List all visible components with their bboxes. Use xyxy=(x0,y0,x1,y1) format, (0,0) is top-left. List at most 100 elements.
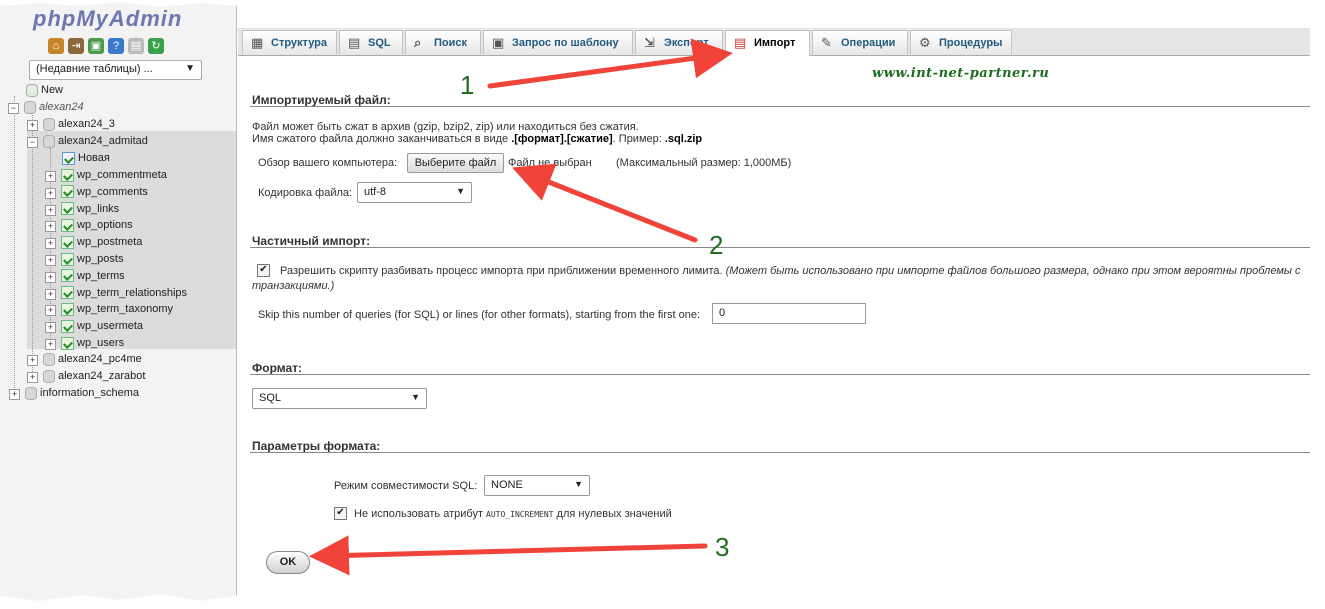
expand-icon[interactable]: + xyxy=(45,305,56,317)
tree-db-alexan24-admitad[interactable]: − alexan24_admitad xyxy=(27,133,148,150)
tree-db-label: information_schema xyxy=(40,387,140,399)
tree-new-table[interactable]: Новая xyxy=(62,150,110,167)
tab-sql[interactable]: ▤ SQL xyxy=(339,30,403,54)
no-auto-inc-post: для нулевых значений xyxy=(556,508,672,520)
tab-operations[interactable]: ✎ Операции xyxy=(812,30,908,54)
tab-query[interactable]: ▣ Запрос по шаблону xyxy=(483,30,633,54)
new-db-icon xyxy=(26,83,38,97)
routines-icon: ⚙ xyxy=(919,35,931,50)
database-icon xyxy=(43,352,55,366)
chevron-down-icon: ▼ xyxy=(574,479,583,489)
expand-icon[interactable]: + xyxy=(45,255,56,266)
table-icon xyxy=(61,235,74,249)
no-file-label: Файл не выбран xyxy=(508,157,592,169)
tab-import[interactable]: ▤ Импорт xyxy=(725,30,810,56)
skip-label: Skip this number of queries (for SQL) or… xyxy=(258,309,700,321)
tree-table-item[interactable]: + wp_term_relationships xyxy=(45,285,187,302)
main-panel: ▦ Структура ▤ SQL ⌕ Поиск ▣ Запрос по шаблон… xyxy=(238,0,1325,609)
collapse-icon[interactable]: − xyxy=(27,137,38,148)
reload-icon[interactable]: ↻ xyxy=(148,38,164,54)
no-auto-increment-text: Не использовать атрибут AUTO_INCREMENT д… xyxy=(354,508,672,520)
format-options-title: Параметры формата: xyxy=(252,439,381,453)
tree-table-item[interactable]: + wp_posts xyxy=(45,251,123,268)
tree-db-information-schema[interactable]: + information_schema xyxy=(9,385,139,402)
tab-structure[interactable]: ▦ Структура xyxy=(242,30,337,54)
expand-icon[interactable]: + xyxy=(9,389,20,400)
tree-new-label: New xyxy=(41,84,64,96)
database-icon xyxy=(43,134,55,148)
recent-tables-select[interactable]: (Недавние таблицы) ... ▼ xyxy=(29,60,202,80)
expand-icon[interactable]: + xyxy=(45,339,56,350)
tree-db-alexan24-pc4me[interactable]: + alexan24_pc4me xyxy=(27,351,142,368)
browse-label: Обзор вашего компьютера: xyxy=(258,157,398,169)
structure-icon: ▦ xyxy=(251,35,264,50)
tree-table-item[interactable]: + wp_comments xyxy=(45,184,148,201)
database-icon xyxy=(25,386,37,400)
expand-icon[interactable]: + xyxy=(27,355,38,366)
expand-icon[interactable]: + xyxy=(27,120,38,131)
choose-file-button[interactable]: Выберите файл xyxy=(407,153,504,173)
expand-icon[interactable]: + xyxy=(45,322,56,334)
charset-label: Кодировка файла: xyxy=(258,187,353,199)
format-value: SQL xyxy=(259,392,282,404)
tree-server[interactable]: − alexan24 xyxy=(8,99,84,116)
expand-icon[interactable]: + xyxy=(45,271,56,283)
sql-icon: ▤ xyxy=(348,35,361,50)
quick-icons: ⌂ ⇥ ▣ ? ▤ ↻ xyxy=(48,38,164,54)
allow-interrupt-note2: транзакциями.) xyxy=(252,280,335,292)
tree-db-alexan24-zarabot[interactable]: + alexan24_zarabot xyxy=(27,368,145,385)
expand-icon[interactable]: + xyxy=(45,238,56,250)
sql-compat-select[interactable]: NONE ▼ xyxy=(484,475,590,496)
exit-icon[interactable]: ⇥ xyxy=(68,38,84,54)
new-table-icon xyxy=(62,151,75,165)
tree-db-label: alexan24_pc4me xyxy=(58,353,142,365)
tree-table-item[interactable]: + wp_commentmeta xyxy=(45,167,167,184)
tree-table-item[interactable]: + wp_term_taxonomy xyxy=(45,301,173,318)
format-select[interactable]: SQL ▼ xyxy=(252,388,427,409)
filename-note-mid: . Пример: xyxy=(612,133,665,145)
table-icon xyxy=(61,336,74,350)
tree-table-item[interactable]: + wp_options xyxy=(45,217,133,234)
docs-icon[interactable]: ▤ xyxy=(128,38,144,54)
format-title: Формат: xyxy=(252,361,303,375)
recent-tables-value: (Недавние таблицы) ... xyxy=(36,63,153,75)
tab-search[interactable]: ⌕ Поиск xyxy=(405,30,481,54)
collapse-icon[interactable]: − xyxy=(8,103,19,114)
ok-button[interactable]: OK xyxy=(266,551,310,574)
tab-export[interactable]: ⇲ Экспорт xyxy=(635,30,723,54)
tree-db-label: alexan24_zarabot xyxy=(58,370,146,382)
table-icon xyxy=(61,319,74,333)
sql-compat-value: NONE xyxy=(491,479,523,491)
tree-table-item[interactable]: + wp_postmeta xyxy=(45,234,142,251)
home-icon[interactable]: ⌂ xyxy=(48,38,64,54)
table-icon xyxy=(61,185,74,199)
no-auto-increment-checkbox[interactable]: ✔ xyxy=(334,507,347,520)
expand-icon[interactable]: + xyxy=(45,204,56,216)
tree-new[interactable]: New xyxy=(26,82,63,99)
expand-icon[interactable]: + xyxy=(45,221,56,233)
annotation-number-3: 3 xyxy=(715,532,730,562)
tree-table-item[interactable]: + wp_users xyxy=(45,335,124,352)
skip-queries-input[interactable]: 0 xyxy=(712,303,866,324)
phpmyadmin-logo[interactable]: phpMyAdmin xyxy=(33,6,182,32)
partial-import-title: Частичный импорт: xyxy=(252,234,371,248)
allow-interrupt-checkbox[interactable]: ✔ xyxy=(257,264,270,277)
expand-icon[interactable]: + xyxy=(45,187,56,199)
tab-routines[interactable]: ⚙ Процедуры xyxy=(910,30,1012,54)
tree-table-label: wp_commentmeta xyxy=(77,169,167,181)
query-icon[interactable]: ▣ xyxy=(88,38,104,54)
tree-table-item[interactable]: + wp_usermeta xyxy=(45,318,143,335)
expand-icon[interactable]: + xyxy=(45,171,56,182)
tree-db-alexan24-3[interactable]: + alexan24_3 xyxy=(27,116,115,133)
tab-label: Операции xyxy=(841,37,896,49)
charset-select[interactable]: utf-8 ▼ xyxy=(357,182,472,203)
tree-table-item[interactable]: + wp_links xyxy=(45,201,119,218)
tree-table-item[interactable]: + wp_terms xyxy=(45,268,125,285)
expand-icon[interactable]: + xyxy=(27,372,38,383)
server-icon xyxy=(24,100,36,114)
filename-note-pre: Имя сжатого файла должно заканчиваться в… xyxy=(252,133,512,145)
tree-line xyxy=(32,112,33,380)
chevron-down-icon: ▼ xyxy=(456,186,465,196)
expand-icon[interactable]: + xyxy=(45,288,56,300)
help-icon[interactable]: ? xyxy=(108,38,124,54)
